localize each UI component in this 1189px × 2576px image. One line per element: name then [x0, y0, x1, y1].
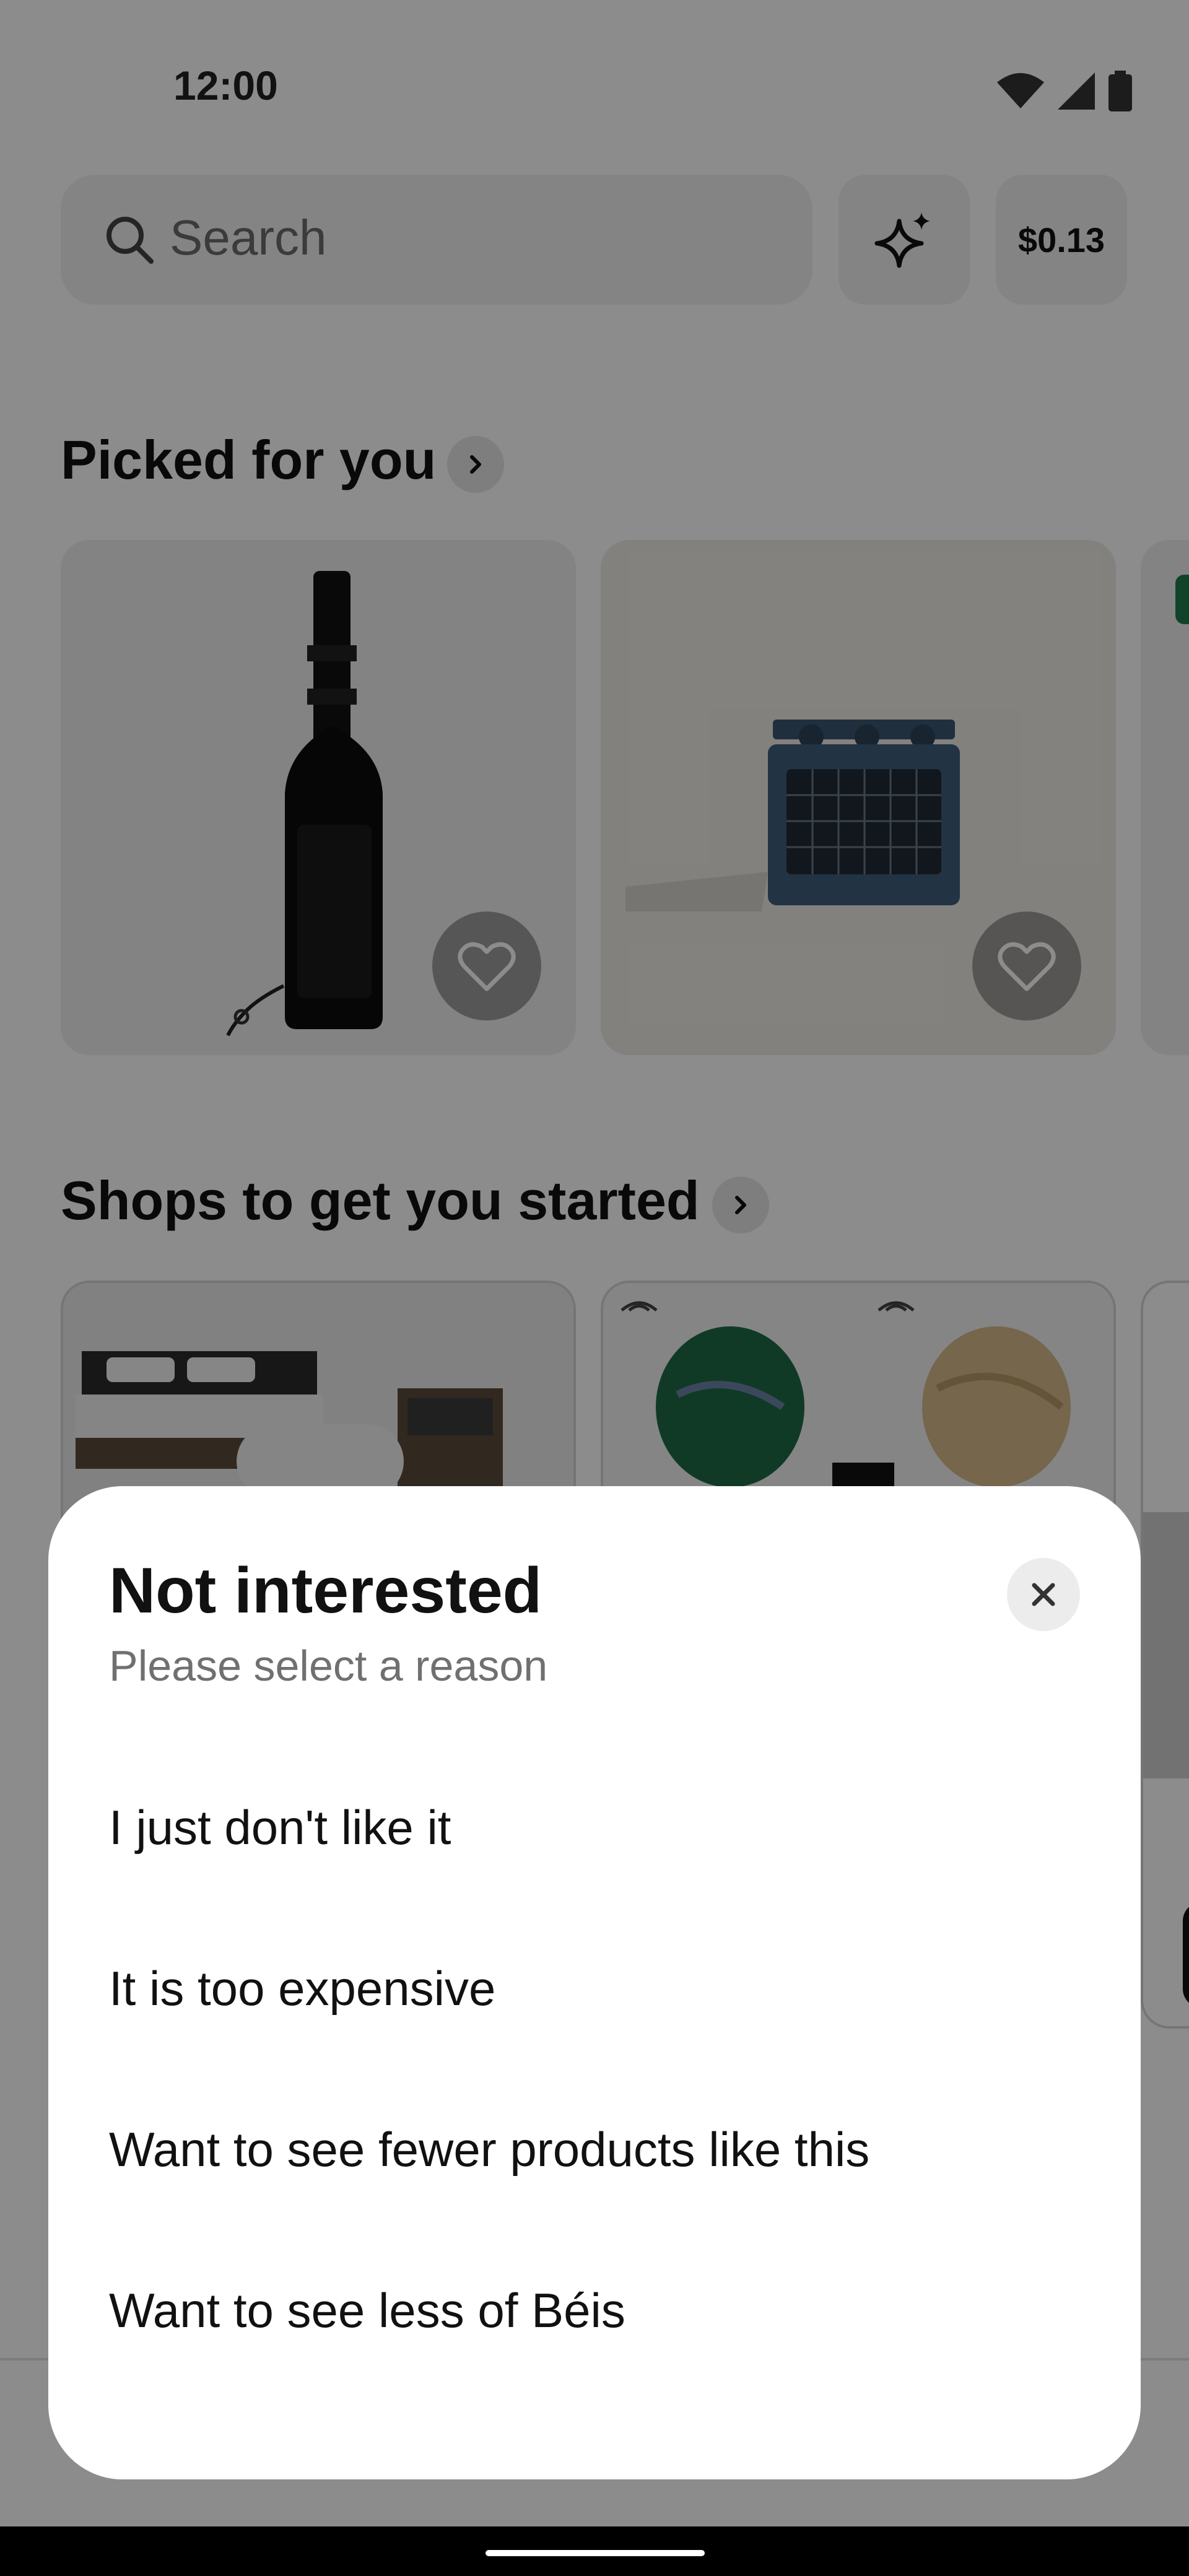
close-icon [1032, 1583, 1055, 1606]
reason-option[interactable]: I just don't like it [109, 1775, 1075, 1880]
home-indicator[interactable] [486, 2550, 705, 2556]
reason-option[interactable]: It is too expensive [109, 1936, 1075, 2041]
reason-option[interactable]: Want to see fewer products like this [109, 2097, 1075, 2202]
reason-option[interactable]: Want to see less of Béis [109, 2258, 1075, 2363]
sheet-title: Not interested [109, 1555, 542, 1627]
close-button[interactable] [1007, 1558, 1080, 1631]
sheet-subtitle: Please select a reason [109, 1642, 548, 1690]
